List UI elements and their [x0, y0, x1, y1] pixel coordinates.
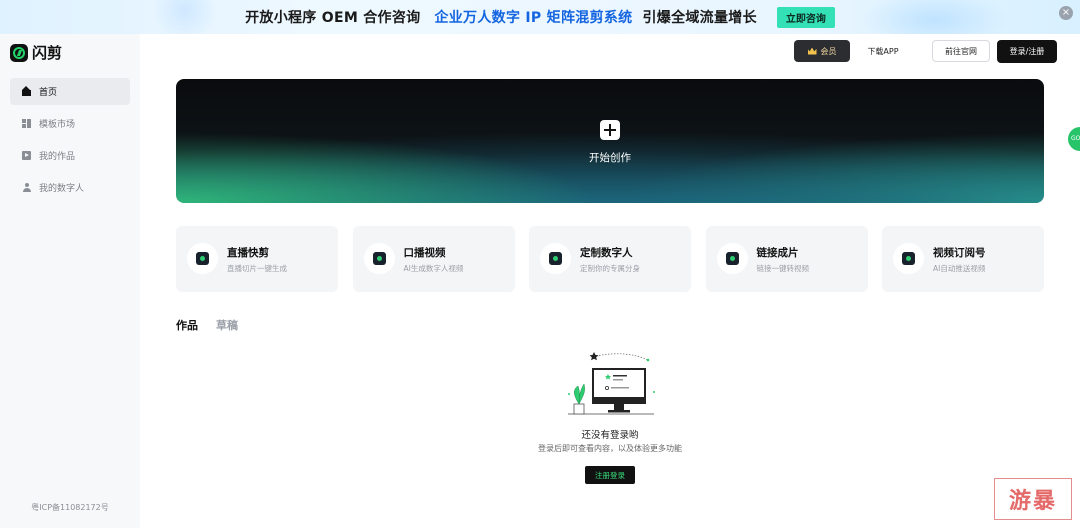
sidebar-item-label: 我的作品 [39, 152, 76, 162]
hero-label: 开始创作 [589, 152, 631, 164]
card-title: 视频订阅号 [933, 247, 986, 259]
card-live-clip[interactable]: 直播快剪 直播切片一键生成 [176, 226, 338, 292]
tab-drafts[interactable]: 草稿 [216, 317, 238, 333]
clapperboard-icon [363, 243, 395, 274]
card-title: 定制数字人 [580, 247, 633, 259]
logo-icon [10, 43, 28, 62]
sidebar-item-label: 首页 [39, 88, 58, 98]
login-register-button[interactable]: 登录/注册 [997, 40, 1057, 63]
card-custom-avatar[interactable]: 定制数字人 定制你的专属分身 [529, 226, 691, 292]
feature-cards: 直播快剪 直播切片一键生成 口播视频 AI生成数字人视频 定制数字人 定制你的专… [176, 226, 1044, 292]
sidebar-item-templates[interactable]: 模板市场 [10, 110, 130, 137]
card-title: 口播视频 [403, 247, 446, 259]
promo-banner[interactable]: 开放小程序 OEM 合作咨询 企业万人数字 IP 矩阵混剪系统 引爆全域流量增长… [0, 0, 1080, 34]
home-icon [22, 86, 31, 96]
verified-badge-icon [893, 243, 924, 274]
floating-service-button[interactable]: GO [1068, 127, 1080, 151]
banner-decoration [860, 0, 1010, 34]
card-title: 直播快剪 [227, 247, 269, 259]
banner-text-oem: 开放小程序 OEM 合作咨询 [245, 10, 421, 26]
avatar-icon [540, 243, 571, 274]
sidebar-item-label: 我的数字人 [39, 184, 85, 194]
empty-state-illustration [568, 352, 655, 415]
banner-consult-button[interactable]: 立即咨询 [776, 6, 835, 28]
card-video-subscription[interactable]: 视频订阅号 AI自动推送视频 [882, 226, 1044, 292]
app-logo[interactable]: 闪剪 [10, 42, 62, 63]
app-name: 闪剪 [32, 44, 63, 62]
grid-icon [22, 119, 31, 128]
sidebar-item-works[interactable]: 我的作品 [10, 142, 130, 169]
banner-text-growth: 引爆全域流量增长 [642, 10, 757, 26]
banner-text: 开放小程序 OEM 合作咨询 企业万人数字 IP 矩阵混剪系统 引爆全域流量增长 [245, 7, 757, 27]
card-talking-video[interactable]: 口播视频 AI生成数字人视频 [352, 226, 515, 292]
icp-link[interactable]: 粤ICP备11082172号 [0, 502, 140, 513]
register-login-button[interactable]: 注册登录 [585, 466, 635, 484]
works-tabs: 作品 草稿 [176, 317, 256, 333]
card-subtitle: 链接一键转视频 [756, 264, 810, 273]
live-clip-icon [187, 243, 218, 274]
person-icon [22, 183, 31, 192]
start-creation-hero[interactable]: 开始创作 [176, 79, 1044, 203]
empty-state-subtitle: 登录后即可查看内容，以及体验更多功能 [538, 444, 682, 453]
official-site-button[interactable]: 前往官网 [932, 40, 990, 62]
sidebar-nav: 首页 模板市场 我的作品 我的数字人 [10, 78, 130, 206]
card-link-video[interactable]: 链接成片 链接一键转视频 [705, 226, 868, 292]
sidebar-item-label: 模板市场 [39, 120, 76, 130]
sidebar-item-home[interactable]: 首页 [10, 78, 130, 105]
card-subtitle: 直播切片一键生成 [227, 264, 287, 273]
card-title: 链接成片 [756, 247, 799, 259]
plus-icon [600, 120, 620, 140]
banner-decoration [150, 0, 220, 34]
tab-works[interactable]: 作品 [176, 317, 198, 333]
link-icon [716, 243, 748, 274]
vip-button[interactable]: 会员 [794, 40, 850, 62]
card-subtitle: AI自动推送视频 [933, 264, 986, 273]
empty-state-title: 还没有登录哟 [581, 430, 639, 441]
banner-text-system: 企业万人数字 IP 矩阵混剪系统 [434, 10, 633, 26]
watermark-stamp: 游暴 [994, 478, 1072, 520]
card-subtitle: 定制你的专属分身 [580, 264, 640, 273]
sidebar-item-digital-human[interactable]: 我的数字人 [10, 174, 130, 201]
crown-icon [807, 47, 817, 55]
card-subtitle: AI生成数字人视频 [403, 264, 464, 273]
close-icon[interactable]: × [1059, 6, 1073, 20]
vip-label: 会员 [820, 46, 837, 56]
works-icon [22, 151, 31, 160]
download-app-button[interactable]: 下载APP [858, 40, 908, 62]
